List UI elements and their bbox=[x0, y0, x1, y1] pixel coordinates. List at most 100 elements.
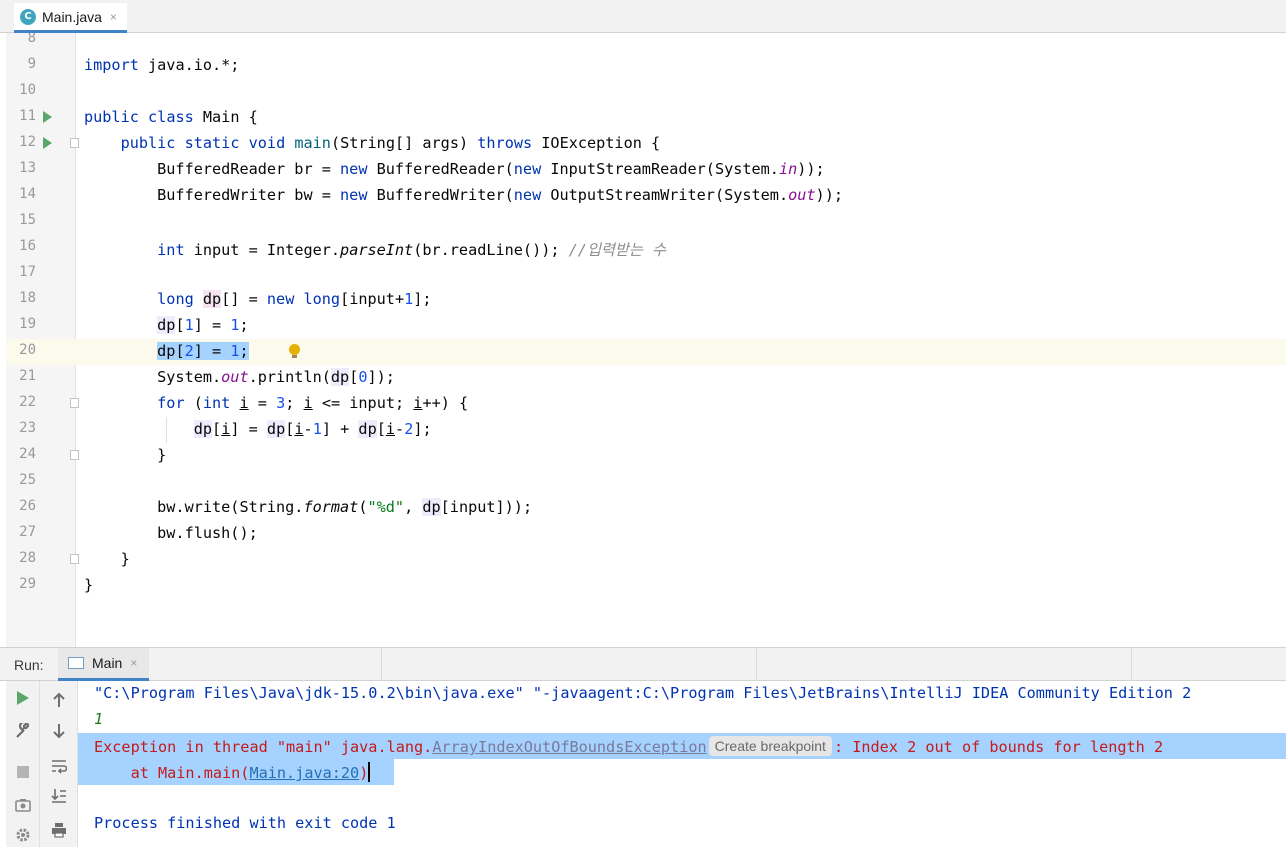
line-number: 14 bbox=[19, 186, 36, 202]
code-line: 26 bw.write(String.format("%d", dp[input… bbox=[6, 495, 1286, 521]
code-line: 27 bw.flush(); bbox=[6, 521, 1286, 547]
rerun-icon[interactable] bbox=[11, 686, 35, 710]
line-number: 27 bbox=[19, 524, 36, 540]
text-caret bbox=[368, 762, 371, 782]
run-gutter-icon[interactable] bbox=[43, 137, 52, 149]
create-breakpoint-button[interactable]: Create breakpoint bbox=[708, 736, 832, 756]
code-line: 16 int input = Integer.parseInt(br.readL… bbox=[6, 235, 1286, 261]
line-number: 23 bbox=[19, 420, 36, 436]
run-gutter-icon[interactable] bbox=[43, 111, 52, 123]
code-text: public static void main(String[] args) t… bbox=[120, 134, 661, 152]
fold-icon[interactable] bbox=[70, 398, 79, 408]
console-line: 1 bbox=[78, 707, 1286, 733]
line-number: 15 bbox=[19, 212, 36, 228]
code-text: bw.write(String.format("%d", dp[input]))… bbox=[84, 498, 533, 516]
run-toolbar-secondary bbox=[40, 681, 78, 847]
lightbulb-icon[interactable] bbox=[289, 344, 300, 358]
run-panel-label: Run: bbox=[14, 657, 44, 673]
exception-class-link[interactable]: ArrayIndexOutOfBoundsException bbox=[432, 738, 706, 756]
code-text: BufferedReader br = new BufferedReader(n… bbox=[84, 160, 825, 178]
line-number: 22 bbox=[19, 394, 36, 410]
code-text: } bbox=[84, 550, 130, 568]
code-text: long dp[] = new long[input+1]; bbox=[157, 290, 432, 308]
line-number: 11 bbox=[19, 108, 36, 124]
code-line: 12 public static void main(String[] args… bbox=[6, 131, 1286, 157]
print-icon[interactable] bbox=[47, 818, 71, 842]
code-text: BufferedWriter bw = new BufferedWriter(n… bbox=[84, 186, 843, 204]
editor-tab-bar: C Main.java × bbox=[0, 0, 1286, 33]
code-line: 29 } bbox=[6, 573, 1286, 599]
code-line: 8 bbox=[6, 33, 1286, 53]
line-number: 9 bbox=[27, 56, 36, 72]
line-number: 10 bbox=[19, 82, 36, 98]
divider bbox=[381, 648, 382, 681]
line-number: 29 bbox=[19, 576, 36, 592]
line-number: 28 bbox=[19, 550, 36, 566]
run-panel-header: Run: Main × bbox=[0, 647, 1286, 681]
up-arrow-icon[interactable] bbox=[47, 688, 71, 712]
console-line-stacktrace: at Main.main(Main.java:20) bbox=[78, 759, 394, 785]
console-exception-text: Exception in thread "main" java.lang.Arr… bbox=[94, 736, 1164, 756]
code-text: System.out.println(dp[0]); bbox=[84, 368, 395, 386]
line-number: 19 bbox=[19, 316, 36, 332]
code-text: public class Main { bbox=[84, 108, 258, 126]
code-line: 25 bbox=[6, 469, 1286, 495]
code-line: 14 BufferedWriter bw = new BufferedWrite… bbox=[6, 183, 1286, 209]
run-tab-main[interactable]: Main × bbox=[58, 648, 150, 681]
code-line: 11 public class Main { bbox=[6, 105, 1286, 131]
down-arrow-icon[interactable] bbox=[47, 719, 71, 743]
gear-icon[interactable] bbox=[11, 823, 35, 847]
stop-icon[interactable] bbox=[11, 760, 35, 784]
close-icon[interactable]: × bbox=[110, 10, 117, 24]
line-number: 20 bbox=[19, 342, 36, 358]
fold-icon[interactable] bbox=[70, 138, 79, 148]
line-number: 8 bbox=[27, 33, 36, 46]
code-text: int input = Integer.parseInt(br.readLine… bbox=[157, 241, 666, 259]
soft-wrap-icon[interactable] bbox=[47, 754, 71, 778]
fold-icon[interactable] bbox=[70, 450, 79, 460]
console-output-text: 1 bbox=[94, 710, 104, 728]
code-text: import java.io.*; bbox=[84, 56, 240, 74]
code-line: 23 dp[i] = dp[i-1] + dp[i-2]; bbox=[6, 417, 1286, 443]
line-number: 25 bbox=[19, 472, 36, 488]
code-text: dp[1] = 1; bbox=[157, 316, 249, 334]
code-text: dp[i] = dp[i-1] + dp[i-2]; bbox=[193, 420, 432, 438]
code-text: for (int i = 3; i <= input; i++) { bbox=[157, 394, 469, 412]
code-line: 13 BufferedReader br = new BufferedReade… bbox=[6, 157, 1286, 183]
fold-icon[interactable] bbox=[70, 554, 79, 564]
code-line: 15 bbox=[6, 209, 1286, 235]
editor-tab-label: Main.java bbox=[42, 8, 102, 25]
line-number: 12 bbox=[19, 134, 36, 150]
code-text: } bbox=[84, 576, 94, 594]
editor-tab-main-java[interactable]: C Main.java × bbox=[14, 3, 127, 33]
line-number: 16 bbox=[19, 238, 36, 254]
wrench-icon[interactable] bbox=[11, 719, 35, 743]
run-console[interactable]: "C:\Program Files\Java\jdk-15.0.2\bin\ja… bbox=[78, 681, 1286, 847]
line-number: 18 bbox=[19, 290, 36, 306]
divider bbox=[756, 648, 757, 681]
code-text: dp[2] = 1; bbox=[157, 342, 249, 360]
code-editor[interactable]: 8 9 import java.io.*; 10 11 public class… bbox=[6, 33, 1286, 647]
scroll-to-end-icon[interactable] bbox=[47, 784, 71, 808]
console-line: "C:\Program Files\Java\jdk-15.0.2\bin\ja… bbox=[78, 681, 1286, 707]
line-number: 17 bbox=[19, 264, 36, 280]
console-exit-text: Process finished with exit code 1 bbox=[94, 814, 396, 832]
line-number: 24 bbox=[19, 446, 36, 462]
console-line: Process finished with exit code 1 bbox=[78, 811, 1286, 837]
console-command-text: "C:\Program Files\Java\jdk-15.0.2\bin\ja… bbox=[94, 684, 1192, 702]
code-line: 22 for (int i = 3; i <= input; i++) { bbox=[6, 391, 1286, 417]
code-line: 19 dp[1] = 1; bbox=[6, 313, 1286, 339]
camera-icon[interactable] bbox=[11, 793, 35, 817]
code-text: bw.flush(); bbox=[84, 524, 258, 542]
line-number: 21 bbox=[19, 368, 36, 384]
close-icon[interactable]: × bbox=[130, 656, 137, 670]
code-line: 17 bbox=[6, 261, 1286, 287]
console-icon bbox=[68, 657, 84, 669]
console-stacktrace-text: at Main.main(Main.java:20) bbox=[94, 762, 371, 782]
code-line: 10 bbox=[6, 79, 1286, 105]
code-line: 18 long dp[] = new long[input+1]; bbox=[6, 287, 1286, 313]
class-file-icon: C bbox=[20, 8, 36, 25]
code-text: } bbox=[84, 446, 167, 464]
source-location-link[interactable]: Main.java:20 bbox=[249, 764, 359, 782]
line-number: 26 bbox=[19, 498, 36, 514]
